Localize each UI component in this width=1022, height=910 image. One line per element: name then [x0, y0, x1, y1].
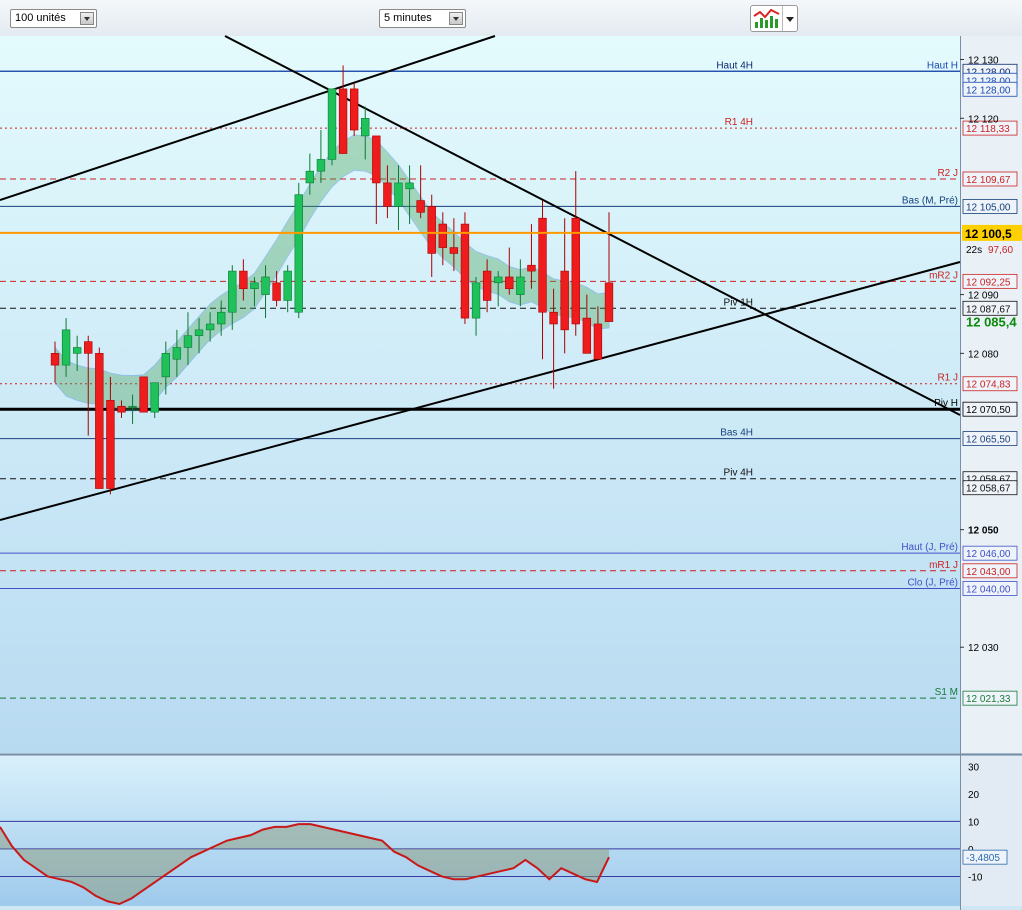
- candle-body: [106, 400, 115, 489]
- candle-body: [471, 282, 481, 319]
- candle-body: [582, 317, 592, 354]
- osc-last-value: -3,4805: [966, 853, 1000, 864]
- candle-body: [139, 376, 148, 413]
- candle-body: [338, 88, 348, 154]
- candle-body: [482, 270, 492, 301]
- y-tick-label: 12 130: [968, 56, 999, 67]
- candle-body: [205, 323, 215, 331]
- candle-body: [549, 311, 558, 325]
- y-tick-label: 12 120: [968, 114, 999, 125]
- last-price-label: 12 085,4: [966, 315, 1017, 330]
- candle-body: [361, 117, 370, 137]
- candle-body: [239, 270, 248, 290]
- candle-body: [416, 200, 425, 213]
- candle-body: [372, 135, 381, 184]
- y-tick-label: 12 050: [968, 526, 999, 537]
- candle-body: [50, 353, 60, 366]
- level-tag: R1 J: [937, 373, 958, 384]
- candle-body: [172, 347, 182, 360]
- oscillator-axis-background: [960, 756, 1022, 906]
- y-tick-label: 12 030: [968, 643, 999, 654]
- y-tick-label: 12 080: [968, 349, 999, 360]
- countdown-extra: 97,60: [988, 245, 1013, 256]
- candle-body: [217, 311, 226, 325]
- osc-tick-label: 30: [968, 762, 980, 773]
- price-label: 12 043,00: [966, 567, 1011, 578]
- candle-body: [305, 170, 315, 184]
- level-tag: Haut H: [927, 60, 958, 71]
- level-tag: mR2 J: [929, 270, 958, 281]
- price-label: 12 046,00: [966, 549, 1011, 560]
- level-tag: Clo (J, Pré): [907, 577, 958, 588]
- candle-body: [527, 264, 536, 272]
- price-label: 12 109,67: [966, 175, 1011, 186]
- candle-body: [84, 341, 93, 354]
- level-tag: R1 4H: [725, 117, 753, 128]
- level-tag: S1 M: [935, 687, 958, 698]
- candle-body: [604, 282, 614, 322]
- candle-body: [150, 382, 159, 413]
- price-label: 12 065,50: [966, 435, 1011, 446]
- price-label: 12 105,00: [966, 202, 1011, 213]
- y-tick-label: 12 090: [968, 291, 999, 302]
- osc-tick-label: -10: [968, 872, 983, 883]
- level-tag: Bas (M, Pré): [902, 195, 958, 206]
- candle-body: [427, 206, 436, 254]
- candle-body: [183, 335, 193, 348]
- price-label: 12 092,25: [966, 277, 1011, 288]
- candle-body: [228, 270, 237, 313]
- candle-body: [449, 247, 459, 254]
- osc-tick-label: 10: [968, 817, 980, 828]
- candle-body: [61, 329, 71, 366]
- candle-body: [283, 270, 292, 301]
- price-label: 12 070,50: [966, 405, 1011, 416]
- current-price-label: 12 100,5: [965, 227, 1012, 241]
- candle-body: [460, 223, 470, 319]
- candle-body: [95, 353, 104, 489]
- candle-body: [349, 88, 359, 131]
- candle-body: [516, 276, 525, 295]
- countdown-label: 22s: [966, 245, 982, 256]
- candle-body: [505, 276, 514, 290]
- candle-body: [383, 182, 392, 207]
- candle-body: [72, 347, 82, 354]
- candle-body: [128, 405, 137, 408]
- level-tag: R2 J: [937, 168, 958, 179]
- price-label: 12 118,33: [966, 124, 1010, 135]
- candle-body: [494, 276, 503, 284]
- level-tag: Piv 4H: [724, 468, 753, 479]
- candle-body: [327, 88, 337, 160]
- price-label: 12 128,00: [966, 85, 1011, 96]
- price-label: 12 021,33: [966, 694, 1011, 705]
- candle-body: [294, 194, 303, 313]
- candle-body: [571, 217, 580, 325]
- candle-body: [394, 182, 403, 207]
- level-tag: Bas 4H: [720, 428, 753, 439]
- candle-body: [272, 282, 281, 301]
- candle-body: [405, 182, 414, 190]
- level-tag: Haut 4H: [716, 60, 753, 71]
- level-tag: Haut (J, Pré): [901, 542, 958, 553]
- osc-tick-label: 20: [968, 790, 980, 801]
- chart-area: Haut 4H12 128,00Haut H12 128,0012 128,00…: [0, 35, 1022, 910]
- price-label: 12 040,00: [966, 584, 1011, 595]
- candle-body: [560, 270, 569, 331]
- price-label: 12 058,67: [966, 484, 1011, 495]
- candle-body: [194, 329, 204, 337]
- candle-body: [438, 223, 447, 248]
- candle-body: [316, 159, 326, 172]
- candle-body: [593, 323, 603, 360]
- price-label: 12 074,83: [966, 380, 1011, 391]
- candle-body: [117, 405, 126, 413]
- candle-body: [161, 353, 170, 378]
- level-tag: mR1 J: [929, 560, 958, 571]
- candle-body: [250, 282, 259, 290]
- candle-body: [261, 276, 270, 295]
